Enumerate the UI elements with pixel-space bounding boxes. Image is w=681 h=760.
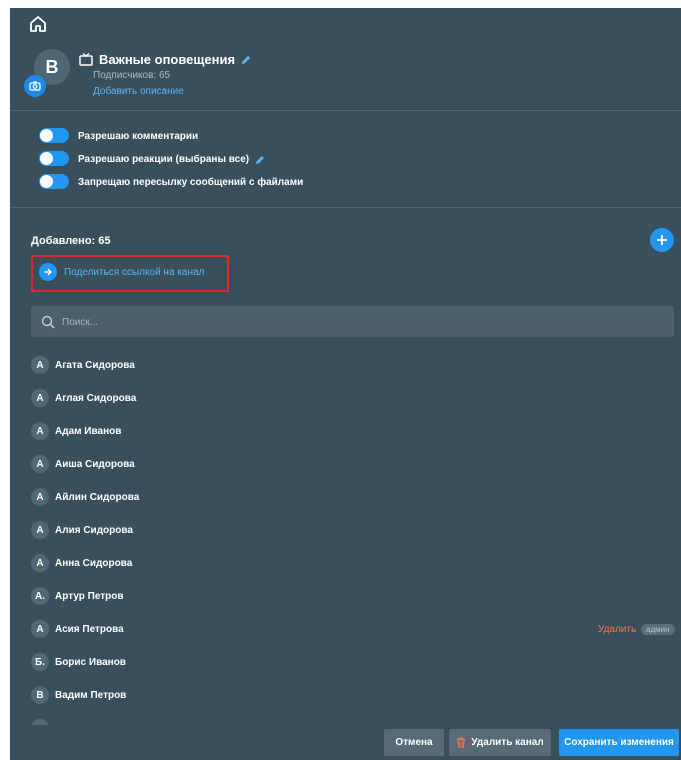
member-name: Анна Сидорова (55, 558, 133, 569)
member-delete-link[interactable]: Удалить (598, 624, 636, 635)
footer-bar: Отмена Удалить канал Сохранить изменения (10, 725, 681, 760)
member-name: Аглая Сидорова (55, 393, 137, 404)
member-avatar: А (31, 620, 49, 638)
member-name: Борис Иванов (55, 657, 126, 668)
cancel-button[interactable]: Отмена (384, 729, 444, 756)
member-row[interactable]: А Агата Сидорова (10, 349, 681, 382)
toggle-reactions[interactable] (39, 151, 69, 166)
channel-title-row: Важные оповещения (79, 52, 251, 67)
plus-icon (657, 235, 667, 245)
camera-icon (29, 81, 41, 91)
added-count: Добавлено: 65 (31, 235, 111, 247)
member-avatar: А (31, 554, 49, 572)
member-row[interactable]: А Асия Петрова Удалить админ (10, 613, 681, 646)
member-name: Алия Сидорова (55, 525, 133, 536)
member-name: Агата Сидорова (55, 360, 135, 371)
option-reactions-label: Разрешаю реакции (выбраны все) (78, 154, 250, 165)
member-row[interactable]: А Анна Сидорова (10, 547, 681, 580)
save-changes-button[interactable]: Сохранить изменения (559, 729, 679, 756)
delete-channel-label: Удалить канал (471, 737, 544, 748)
channel-tv-icon (79, 53, 93, 66)
member-avatar: А (31, 521, 49, 539)
member-avatar: А (31, 455, 49, 473)
member-row[interactable]: Б. Борис Иванов (10, 646, 681, 679)
share-link-text[interactable]: Поделиться ссылкой на канал (64, 267, 204, 278)
home-icon[interactable] (28, 14, 48, 34)
member-name: Вадим Петров (55, 690, 127, 701)
member-avatar: А (31, 488, 49, 506)
delete-channel-button[interactable]: Удалить канал (449, 729, 551, 756)
member-row[interactable]: А Адам Иванов (10, 415, 681, 448)
channel-settings-panel: B Важные оповещения Подписчиков: 65 Доба… (10, 8, 681, 760)
member-row[interactable]: А. Артур Петров (10, 580, 681, 613)
toggle-comments[interactable] (39, 128, 69, 143)
change-photo-button[interactable] (24, 75, 46, 97)
arrow-right-icon (44, 268, 53, 276)
member-row[interactable]: А Аглая Сидорова (10, 382, 681, 415)
option-forward-files-label: Запрещаю пересылку сообщений с файлами (78, 177, 304, 188)
member-name: Артур Петров (55, 591, 124, 602)
option-comments-label: Разрешаю комментарии (78, 131, 199, 142)
edit-title-pencil-icon[interactable] (241, 55, 251, 65)
add-description-link[interactable]: Добавить описание (93, 86, 184, 97)
member-name: Асия Петрова (55, 624, 124, 635)
member-row[interactable]: А Алия Сидорова (10, 514, 681, 547)
member-name: Адам Иванов (55, 426, 122, 437)
member-row[interactable]: А Аиша Сидорова (10, 448, 681, 481)
member-row[interactable]: А Айлин Сидорова (10, 481, 681, 514)
member-avatar: Б. (31, 653, 49, 671)
trash-icon (457, 737, 466, 748)
subscribers-count: Подписчиков: 65 (93, 70, 171, 81)
member-name: Айлин Сидорова (55, 492, 140, 503)
edit-reactions-pencil-icon[interactable] (255, 155, 265, 165)
channel-title: Важные оповещения (99, 52, 236, 67)
member-avatar: А (31, 422, 49, 440)
search-input[interactable] (62, 314, 362, 330)
member-avatar: А (31, 356, 49, 374)
option-reactions-row: Разрешаю реакции (выбраны все) (78, 154, 265, 165)
member-name: Аиша Сидорова (55, 459, 135, 470)
toggle-forward-files[interactable] (39, 174, 69, 189)
member-avatar: А (31, 389, 49, 407)
divider (10, 110, 681, 111)
admin-badge: админ (641, 624, 675, 635)
add-member-button[interactable] (650, 228, 674, 252)
search-icon (41, 315, 55, 329)
share-link-button[interactable] (39, 263, 57, 281)
member-row[interactable]: В Вадим Петров (10, 679, 681, 712)
divider (10, 207, 681, 208)
member-avatar: А. (31, 587, 49, 605)
member-avatar: В (31, 686, 49, 704)
